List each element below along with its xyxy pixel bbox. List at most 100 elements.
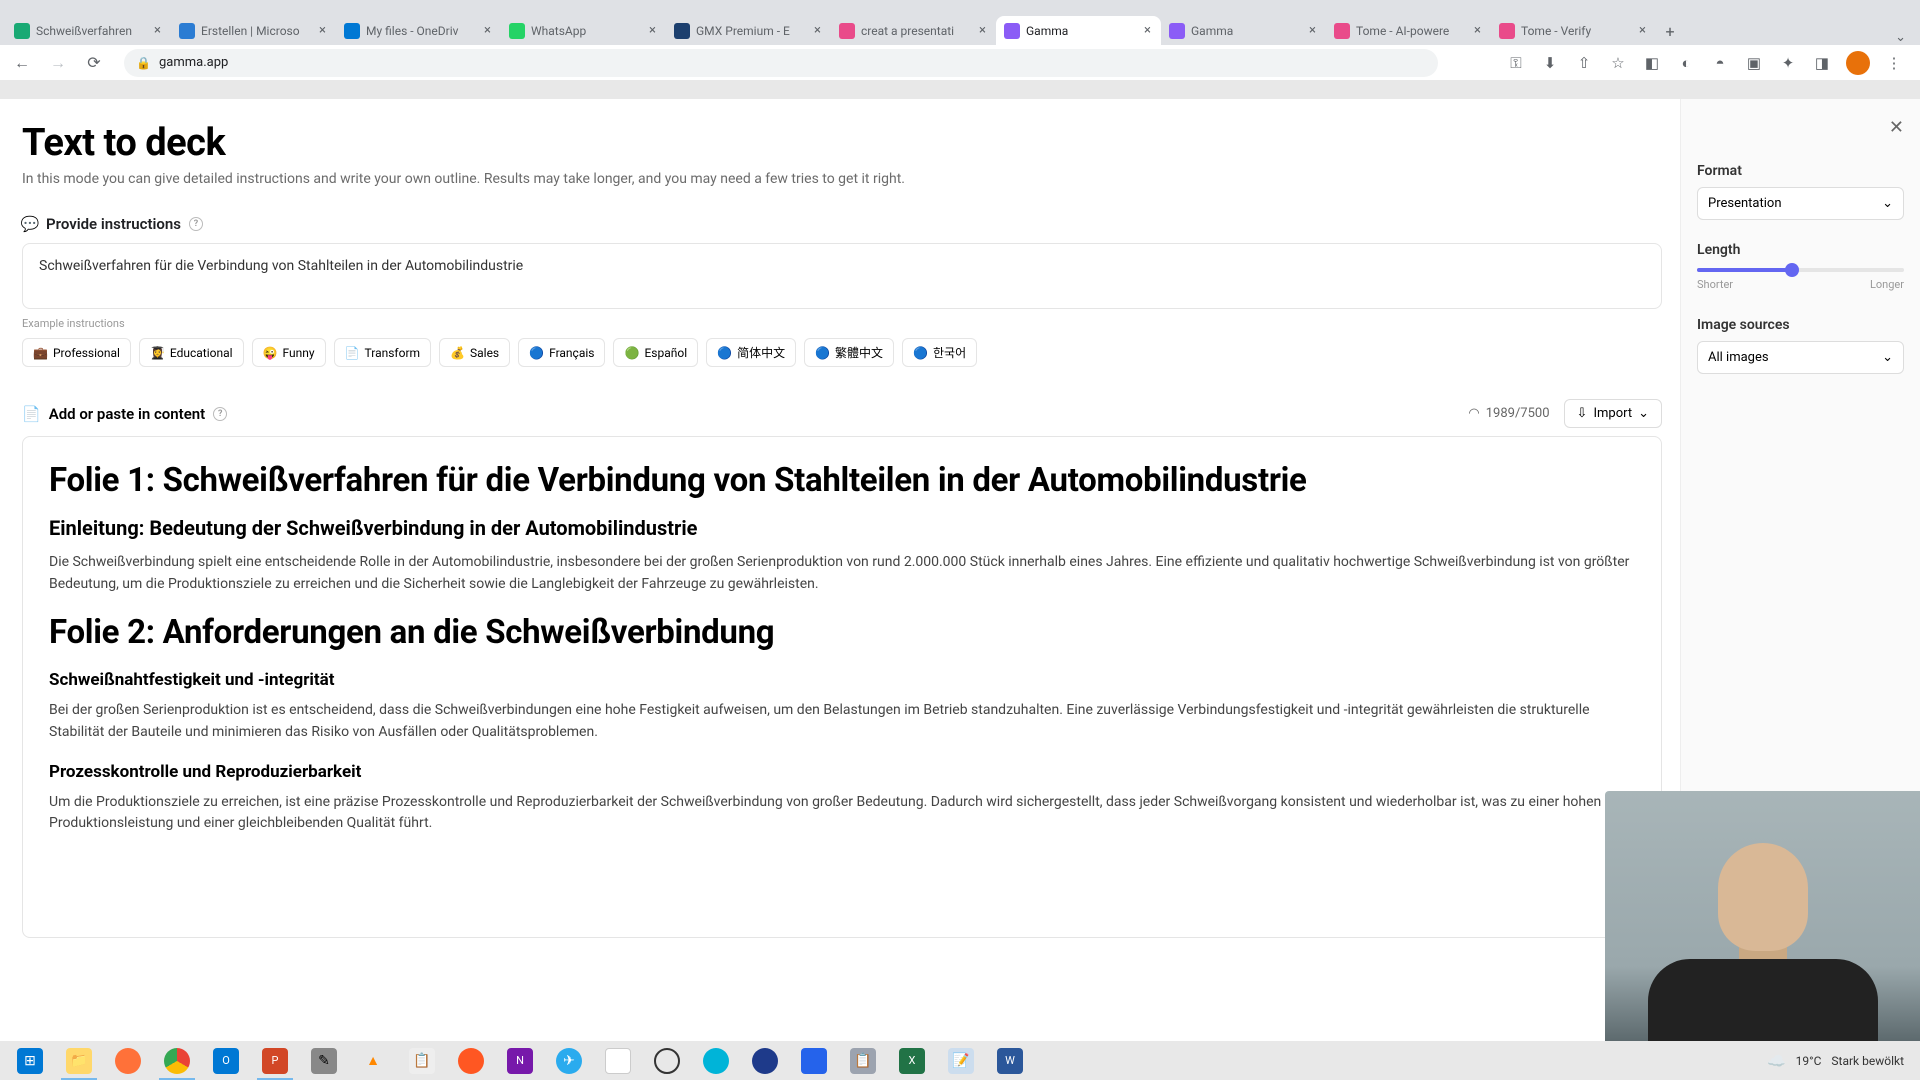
browser-tabstrip: Schweißverfahren×Erstellen | Microso×My … (0, 0, 1920, 45)
tab-close-icon[interactable]: × (317, 21, 328, 40)
format-label: Format (1697, 163, 1904, 179)
address-bar[interactable]: 🔒 gamma.app (124, 49, 1438, 77)
instructions-icon: 💬 (22, 216, 38, 232)
browser-tab-0[interactable]: Schweißverfahren× (6, 16, 171, 45)
weather-icon[interactable]: ☁️ (1767, 1052, 1786, 1070)
tab-close-icon[interactable]: × (482, 21, 493, 40)
format-select[interactable]: Presentation ⌄ (1697, 187, 1904, 220)
slide-2-heading-a: Schweißnahtfestigkeit und -integrität (49, 670, 1635, 690)
taskbar-app-6[interactable] (692, 1041, 740, 1080)
url-text: gamma.app (159, 55, 228, 70)
browser-tab-6[interactable]: Gamma× (996, 16, 1161, 45)
nav-forward-button[interactable]: → (44, 49, 72, 77)
tab-close-icon[interactable]: × (1637, 21, 1648, 40)
taskbar-word[interactable]: W (986, 1041, 1034, 1080)
content-editor[interactable]: Folie 1: Schweißverfahren für die Verbin… (22, 436, 1662, 938)
tab-dropdown-icon[interactable]: ⌄ (1895, 30, 1920, 45)
browser-tab-1[interactable]: Erstellen | Microso× (171, 16, 336, 45)
slide-2-paragraph-b: Um die Produktionsziele zu erreichen, is… (49, 792, 1635, 835)
example-chip-2[interactable]: 😜Funny (252, 338, 326, 367)
key-icon[interactable]: ⚿ (1506, 53, 1526, 73)
length-slider[interactable] (1697, 268, 1904, 272)
taskbar-outlook[interactable]: O (202, 1041, 250, 1080)
content-section-label: Add or paste in content (49, 405, 206, 423)
bookmark-icon[interactable]: ☆ (1608, 53, 1628, 73)
share-icon[interactable]: ⇧ (1574, 53, 1594, 73)
example-chip-4[interactable]: 💰Sales (439, 338, 510, 367)
new-tab-button[interactable]: + (1656, 17, 1684, 45)
browser-tab-3[interactable]: WhatsApp× (501, 16, 666, 45)
tab-close-icon[interactable]: × (647, 21, 658, 40)
extension-icon[interactable]: ◧ (1642, 53, 1662, 73)
nav-back-button[interactable]: ← (8, 49, 36, 77)
extensions-puzzle-icon[interactable]: ✦ (1778, 53, 1798, 73)
instructions-label: Provide instructions (46, 215, 181, 233)
taskbar-app-7[interactable] (741, 1041, 789, 1080)
slider-max-label: Longer (1870, 278, 1904, 291)
tab-close-icon[interactable]: × (1307, 21, 1318, 40)
browser-tab-5[interactable]: creat a presentati× (831, 16, 996, 45)
taskbar-notepad[interactable]: 📝 (937, 1041, 985, 1080)
example-chip-0[interactable]: 💼Professional (22, 338, 131, 367)
start-button[interactable]: ⊞ (6, 1041, 54, 1080)
install-icon[interactable]: ⬇ (1540, 53, 1560, 73)
tab-close-icon[interactable]: × (152, 21, 163, 40)
tab-close-icon[interactable]: × (1142, 21, 1153, 40)
close-panel-button[interactable]: ✕ (1889, 117, 1904, 138)
example-chip-1[interactable]: 👩‍🎓Educational (139, 338, 244, 367)
image-sources-select[interactable]: All images ⌄ (1697, 341, 1904, 374)
extension-icon-3[interactable]: ◓ (1710, 53, 1730, 73)
taskbar-telegram[interactable]: ✈ (545, 1041, 593, 1080)
chrome-menu-icon[interactable]: ⋮ (1884, 53, 1904, 73)
example-chip-8[interactable]: 🔵繁體中文 (804, 338, 894, 367)
webcam-overlay (1605, 791, 1920, 1041)
browser-tab-9[interactable]: Tome - Verify× (1491, 16, 1656, 45)
instructions-input[interactable]: Schweißverfahren für die Verbindung von … (22, 243, 1662, 309)
windows-taskbar: ⊞ 📁 O P ✎ ▲ 📋 N ✈ 📋 X 📝 W ☁️ 19°C Stark … (0, 1041, 1920, 1080)
taskbar-explorer[interactable]: 📁 (55, 1041, 103, 1080)
browser-tab-8[interactable]: Tome - AI-powere× (1326, 16, 1491, 45)
chevron-down-icon: ⌄ (1638, 406, 1649, 421)
taskbar-vlc[interactable]: ▲ (349, 1041, 397, 1080)
import-button[interactable]: ⇩ Import ⌄ (1564, 399, 1662, 428)
extension-icon-4[interactable]: ▣ (1744, 53, 1764, 73)
chevron-down-icon: ⌄ (1882, 196, 1893, 211)
nav-reload-button[interactable]: ⟳ (80, 49, 108, 77)
extension-icon-2[interactable]: ◐ (1676, 53, 1696, 73)
taskbar-powerpoint[interactable]: P (251, 1041, 299, 1080)
taskbar-app-4[interactable] (594, 1041, 642, 1080)
example-chip-6[interactable]: 🟢Español (613, 338, 698, 367)
info-icon[interactable]: ? (213, 407, 227, 421)
browser-tab-4[interactable]: GMX Premium - E× (666, 16, 831, 45)
content-icon: 📄 (22, 405, 41, 423)
taskbar-app-3[interactable] (447, 1041, 495, 1080)
tab-close-icon[interactable]: × (977, 21, 988, 40)
weather-text: Stark bewölkt (1831, 1054, 1904, 1068)
taskbar-app-5[interactable] (643, 1041, 691, 1080)
taskbar-app-2[interactable]: 📋 (398, 1041, 446, 1080)
info-icon[interactable]: ? (189, 217, 203, 231)
taskbar-chrome[interactable] (153, 1041, 201, 1080)
browser-tab-7[interactable]: Gamma× (1161, 16, 1326, 45)
taskbar-firefox[interactable] (104, 1041, 152, 1080)
taskbar-app-8[interactable] (790, 1041, 838, 1080)
char-counter: ◠ 1989/7500 (1468, 406, 1549, 421)
taskbar-excel[interactable]: X (888, 1041, 936, 1080)
example-chip-7[interactable]: 🔵简体中文 (706, 338, 796, 367)
tab-close-icon[interactable]: × (812, 21, 823, 40)
spinner-icon: ◠ (1468, 406, 1479, 421)
slider-min-label: Shorter (1697, 278, 1733, 291)
example-chip-5[interactable]: 🔵Français (518, 338, 605, 367)
slider-thumb[interactable] (1785, 263, 1799, 277)
taskbar-onenote[interactable]: N (496, 1041, 544, 1080)
tab-close-icon[interactable]: × (1472, 21, 1483, 40)
page-title: Text to deck (22, 121, 1662, 165)
taskbar-app-1[interactable]: ✎ (300, 1041, 348, 1080)
slide-2-title: Folie 2: Anforderungen an die Schweißver… (49, 613, 1635, 652)
taskbar-app-9[interactable]: 📋 (839, 1041, 887, 1080)
browser-tab-2[interactable]: My files - OneDriv× (336, 16, 501, 45)
example-chip-3[interactable]: 📄Transform (334, 338, 431, 367)
sidepanel-icon[interactable]: ◨ (1812, 53, 1832, 73)
profile-avatar[interactable] (1846, 51, 1870, 75)
example-chip-9[interactable]: 🔵한국어 (902, 338, 977, 367)
